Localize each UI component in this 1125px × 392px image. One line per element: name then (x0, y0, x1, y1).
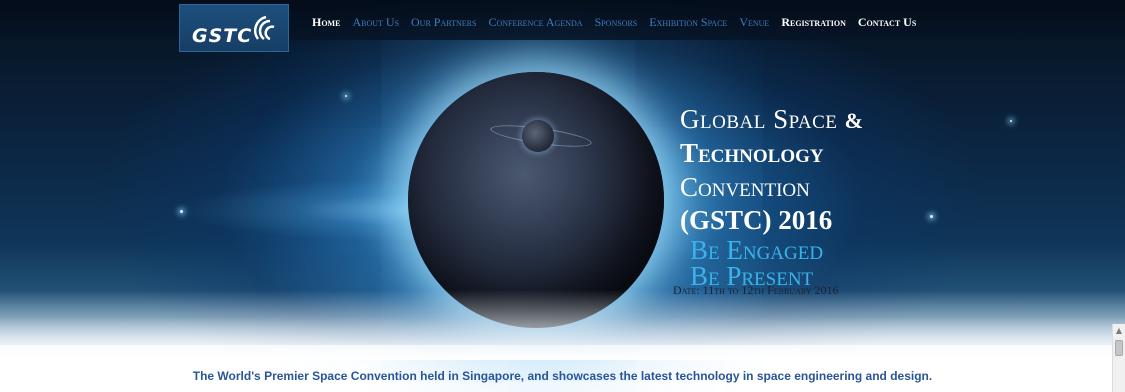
nav-exhibition-space[interactable]: Exhibition Space (649, 15, 727, 30)
vertical-scrollbar[interactable]: ▲ (1112, 324, 1125, 392)
hero-fade (0, 290, 1125, 360)
site-tagline: The World's Premier Space Convention hel… (192, 369, 933, 383)
headline-ampersand: & (844, 108, 864, 133)
main-nav: Home About Us Our Partners Conference Ag… (312, 15, 928, 30)
nav-about-us[interactable]: About Us (352, 15, 399, 30)
star-decoration (1010, 120, 1012, 122)
gstc-logo[interactable]: GSTC (179, 4, 289, 52)
headline-line-4: (GSTC) 2016 (680, 205, 833, 236)
tag-be-engaged: Be Engaged (690, 235, 824, 265)
headline-line-2: Technology (680, 137, 824, 168)
headline-line-1-text: Global Space (680, 104, 838, 134)
chevron-up-icon[interactable]: ▲ (1114, 326, 1124, 336)
nav-home[interactable]: Home (312, 15, 340, 30)
nav-venue[interactable]: Venue (739, 15, 769, 30)
star-decoration (345, 95, 347, 97)
signal-waves-icon (253, 15, 275, 41)
nav-our-partners[interactable]: Our Partners (411, 15, 476, 30)
page: GSTC Home About Us Our Partners Conferen… (0, 0, 1125, 392)
star-decoration (180, 210, 183, 213)
nav-sponsors[interactable]: Sponsors (595, 15, 638, 30)
event-date: Date: 11th to 12th February 2016 (673, 283, 839, 297)
scrollbar-thumb[interactable] (1115, 340, 1123, 356)
nav-registration[interactable]: Registration (781, 15, 846, 30)
headline-line-1: Global Space & (680, 103, 864, 137)
nav-contact-us[interactable]: Contact Us (858, 15, 916, 30)
nav-conference-agenda[interactable]: Conference Agenda (488, 15, 582, 30)
hero-headline: Global Space & Technology Convention (GS… (680, 103, 864, 289)
headline-line-3: Convention (680, 171, 810, 202)
logo-text: GSTC (192, 25, 253, 47)
star-decoration (930, 215, 933, 218)
moon-image (522, 120, 554, 152)
